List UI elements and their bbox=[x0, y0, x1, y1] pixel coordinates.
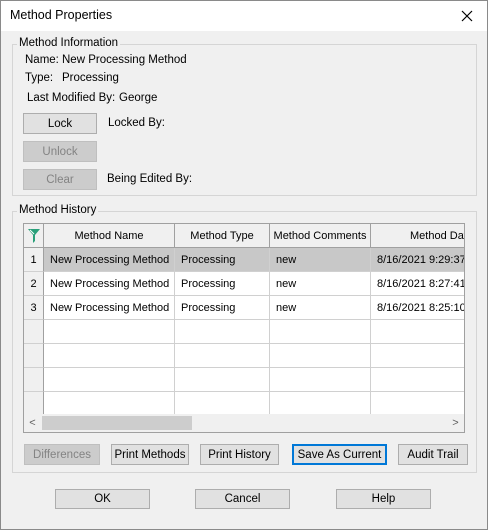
last-modified-value: George bbox=[119, 92, 158, 104]
name-value: New Processing Method bbox=[62, 54, 187, 66]
method-comments-cell[interactable]: new bbox=[270, 272, 371, 296]
empty-cell bbox=[270, 368, 371, 392]
empty-row bbox=[24, 344, 464, 368]
grid-corner-cell[interactable] bbox=[24, 224, 44, 248]
empty-cell bbox=[270, 344, 371, 368]
method-type-cell[interactable]: Processing bbox=[175, 296, 270, 320]
method-name-cell[interactable]: New Processing Method bbox=[44, 296, 175, 320]
empty-row bbox=[24, 368, 464, 392]
empty-row bbox=[24, 320, 464, 344]
filter-icon bbox=[27, 228, 40, 243]
row-number bbox=[24, 368, 44, 392]
ok-button[interactable]: OK bbox=[55, 489, 150, 509]
method-comments-cell[interactable]: new bbox=[270, 248, 371, 272]
row-number[interactable]: 3 bbox=[24, 296, 44, 320]
method-type-cell[interactable]: Processing bbox=[175, 272, 270, 296]
empty-cell bbox=[44, 320, 175, 344]
horizontal-scrollbar[interactable]: < > bbox=[24, 414, 464, 432]
help-button[interactable]: Help bbox=[336, 489, 431, 509]
type-label: Type: bbox=[25, 72, 54, 84]
method-date-cell[interactable]: 8/16/2021 8:27:41 bbox=[371, 272, 464, 296]
method-history-label: Method History bbox=[17, 204, 99, 216]
method-information-label: Method Information bbox=[17, 37, 121, 49]
empty-cell bbox=[270, 392, 371, 416]
row-number bbox=[24, 344, 44, 368]
print-methods-button[interactable]: Print Methods bbox=[111, 444, 189, 465]
column-header-method-name[interactable]: Method Name bbox=[44, 224, 175, 248]
method-date-cell[interactable]: 8/16/2021 9:29:37 bbox=[371, 248, 464, 272]
column-header-method-comments[interactable]: Method Comments bbox=[270, 224, 371, 248]
empty-cell bbox=[44, 392, 175, 416]
empty-cell bbox=[371, 344, 464, 368]
method-properties-dialog: Method Properties Method Information Nam… bbox=[0, 0, 488, 530]
column-header-method-type[interactable]: Method Type bbox=[175, 224, 270, 248]
empty-cell bbox=[175, 368, 270, 392]
empty-cell bbox=[371, 368, 464, 392]
print-history-button[interactable]: Print History bbox=[200, 444, 279, 465]
lock-button[interactable]: Lock bbox=[23, 113, 97, 134]
empty-cell bbox=[175, 344, 270, 368]
row-number[interactable]: 1 bbox=[24, 248, 44, 272]
scroll-right-button[interactable]: > bbox=[447, 414, 464, 432]
grid-header-row: Method Name Method Type Method Comments … bbox=[24, 224, 464, 248]
differences-button[interactable]: Differences bbox=[24, 444, 100, 465]
last-modified-label: Last Modified By: bbox=[27, 92, 116, 104]
row-number bbox=[24, 392, 44, 416]
title-bar: Method Properties bbox=[1, 1, 487, 31]
method-name-cell[interactable]: New Processing Method bbox=[44, 272, 175, 296]
locked-by-label: Locked By: bbox=[108, 117, 165, 129]
unlock-button[interactable]: Unlock bbox=[23, 141, 97, 162]
close-button[interactable] bbox=[447, 1, 487, 31]
table-row[interactable]: 1 New Processing Method Processing new 8… bbox=[24, 248, 464, 272]
method-date-cell[interactable]: 8/16/2021 8:25:10 bbox=[371, 296, 464, 320]
clear-button[interactable]: Clear bbox=[23, 169, 97, 190]
empty-cell bbox=[371, 392, 464, 416]
column-header-method-date[interactable]: Method Dat bbox=[371, 224, 464, 248]
empty-cell bbox=[371, 320, 464, 344]
table-row[interactable]: 2 New Processing Method Processing new 8… bbox=[24, 272, 464, 296]
cancel-button[interactable]: Cancel bbox=[195, 489, 290, 509]
scroll-thumb[interactable] bbox=[42, 416, 192, 430]
method-history-grid: Method Name Method Type Method Comments … bbox=[23, 223, 465, 433]
save-as-current-button[interactable]: Save As Current bbox=[292, 444, 387, 465]
window-title: Method Properties bbox=[10, 8, 113, 22]
being-edited-by-label: Being Edited By: bbox=[107, 173, 193, 185]
empty-cell bbox=[175, 392, 270, 416]
empty-cell bbox=[44, 368, 175, 392]
empty-cell bbox=[175, 320, 270, 344]
empty-row bbox=[24, 392, 464, 416]
method-comments-cell[interactable]: new bbox=[270, 296, 371, 320]
audit-trail-button[interactable]: Audit Trail bbox=[398, 444, 468, 465]
row-number[interactable]: 2 bbox=[24, 272, 44, 296]
row-number bbox=[24, 320, 44, 344]
method-name-cell[interactable]: New Processing Method bbox=[44, 248, 175, 272]
empty-cell bbox=[270, 320, 371, 344]
type-value: Processing bbox=[62, 72, 119, 84]
name-label: Name: bbox=[25, 54, 59, 66]
empty-cell bbox=[44, 344, 175, 368]
close-icon bbox=[461, 10, 473, 22]
scroll-left-button[interactable]: < bbox=[24, 414, 41, 432]
table-row[interactable]: 3 New Processing Method Processing new 8… bbox=[24, 296, 464, 320]
method-type-cell[interactable]: Processing bbox=[175, 248, 270, 272]
